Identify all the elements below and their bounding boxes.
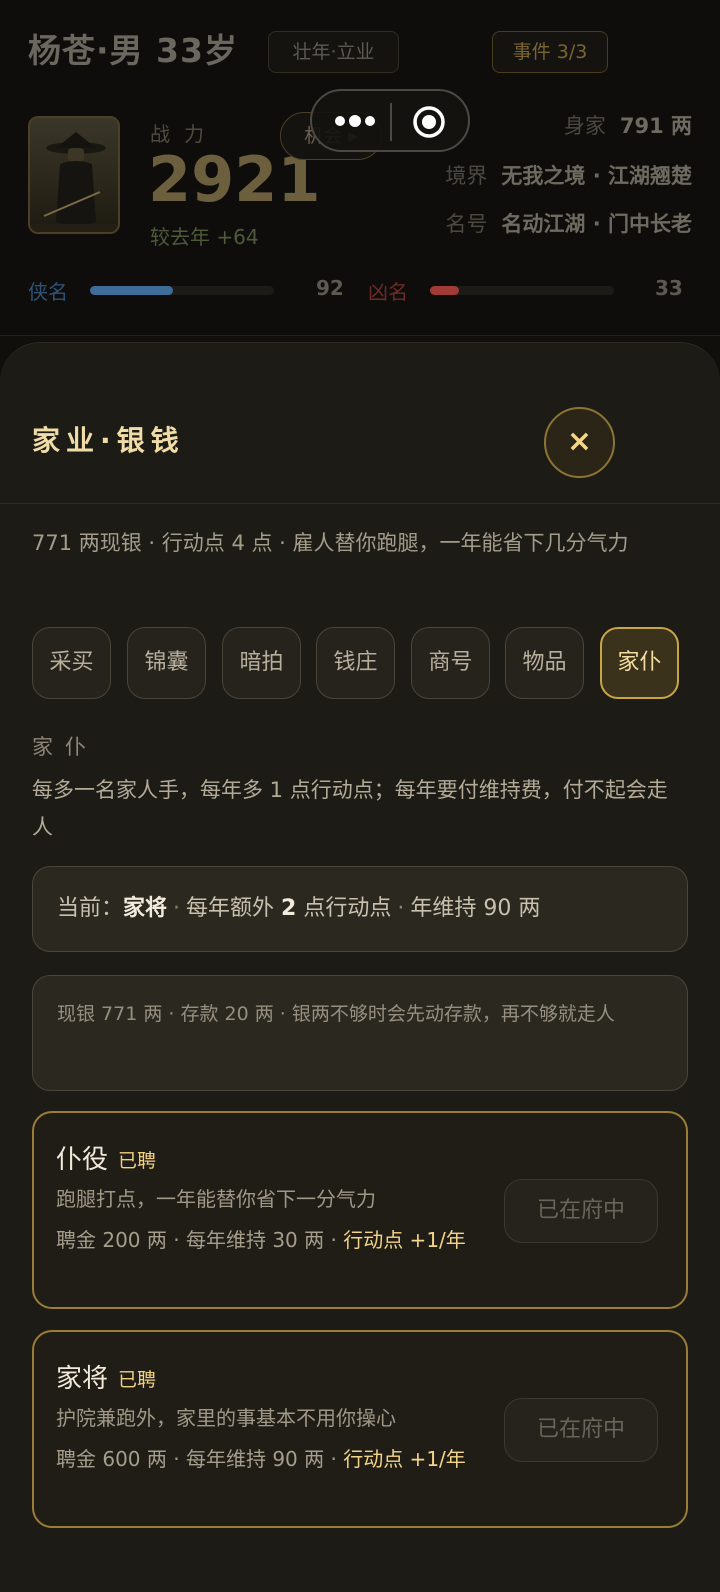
servant-bonus: 行动点 +1/年 [343,1228,466,1252]
finance-sheet: 家业·银钱 × 771 两现银 · 行动点 4 点 · 雇人替你跑腿，一年能省下… [0,342,720,1592]
character-name: 杨苍·男 33岁 [28,31,238,70]
sheet-title: 家业·银钱 [32,424,185,457]
tab-servants[interactable]: 家仆 [600,627,679,699]
capsule-divider [390,103,392,141]
infamy-bar [430,286,614,295]
servant-name: 家将 [56,1364,109,1394]
wealth-label: 身家 [563,114,606,138]
close-icon: × [566,424,593,459]
current-servant-name: 家将 [123,896,168,921]
avatar[interactable] [28,116,120,234]
already-hired-button[interactable]: 已在府中 [504,1398,658,1462]
fame-row: 名号 名动江湖 · 门中长老 [445,208,692,238]
event-counter-tag[interactable]: 事件 3/3 [492,31,608,73]
servant-description: 护院兼跑外，家里的事基本不用你操心 [56,1406,396,1430]
tab-bank[interactable]: 钱庄 [316,627,395,699]
miniprogram-capsule [310,89,470,152]
category-tabs: 采买 锦囊 暗拍 钱庄 商号 物品 家仆 [32,627,688,699]
current-servant-box: 当前：家将 · 每年额外 2 点行动点 · 年维持 90 两 [32,866,688,952]
current-upkeep: 年维持 90 两 [410,896,541,921]
current-prefix: 当前： [57,896,124,921]
infamy-bar-fill [430,286,460,295]
tab-auction[interactable]: 暗拍 [222,627,301,699]
realm-row: 境界 无我之境 · 江湖翘楚 [445,160,692,190]
servant-cost: 聘金 200 两 · 每年维持 30 两 · 行动点 +1/年 [56,1223,476,1258]
fame-value: 名动江湖 · 门中长老 [501,212,692,236]
hired-badge: 已聘 [118,1150,157,1172]
servant-cost-text: 聘金 200 两 · 每年维持 30 两 · [56,1228,344,1252]
already-hired-button[interactable]: 已在府中 [504,1179,658,1243]
realm-label: 境界 [445,164,488,188]
servant-bonus: 行动点 +1/年 [343,1447,466,1471]
current-bonus-number: 2 [281,896,297,921]
funds-note: 现银 771 两 · 存款 20 两 · 银两不够时会先动存款，再不够就走人 [32,975,688,1091]
chivalry-bar-fill [90,286,173,295]
fame-label: 名号 [445,212,488,236]
chivalry-bar [90,286,274,295]
wealth-value: 791 两 [619,114,692,138]
sheet-divider [0,503,720,504]
sheet-description: 771 两现银 · 行动点 4 点 · 雇人替你跑腿，一年能省下几分气力 [32,531,629,555]
life-stage-tag: 壮年·立业 [268,31,399,73]
current-bonus-pre: 每年额外 [186,896,282,921]
chivalry-value: 92 [316,276,344,300]
profile-header: 杨苍·男 33岁 壮年·立业 事件 3/3 战力 2921 较去年 +64 机会… [0,0,720,336]
power-delta: 较去年 +64 [150,225,259,249]
more-dots-icon[interactable] [330,105,380,137]
tab-purchase[interactable]: 采买 [32,627,111,699]
tab-shop[interactable]: 商号 [411,627,490,699]
current-bonus-post: 点行动点 [296,896,392,921]
chivalry-label: 侠名 [28,280,68,304]
wealth-row: 身家 791 两 [564,110,692,140]
realm-value: 无我之境 · 江湖翘楚 [501,164,692,188]
servant-cost-text: 聘金 600 两 · 每年维持 90 两 · [56,1447,344,1471]
tab-tips[interactable]: 锦囊 [127,627,206,699]
hired-badge: 已聘 [118,1369,157,1391]
target-icon[interactable] [412,105,446,139]
servant-card-guard: 家将 已聘 护院兼跑外，家里的事基本不用你操心 聘金 600 两 · 每年维持 … [32,1330,688,1528]
tab-items[interactable]: 物品 [505,627,584,699]
servant-cost: 聘金 600 两 · 每年维持 90 两 · 行动点 +1/年 [56,1442,476,1477]
section-description: 每多一名家人手，每年多 1 点行动点；每年要付维持费，付不起会走人 [32,778,668,839]
servant-card-menial: 仆役 已聘 跑腿打点，一年能替你省下一分气力 聘金 200 两 · 每年维持 3… [32,1111,688,1309]
servant-description: 跑腿打点，一年能替你省下一分气力 [56,1187,376,1211]
section-title: 家仆 [32,735,98,759]
swordsman-portrait [30,132,118,232]
infamy-value: 33 [655,276,683,300]
infamy-label: 凶名 [368,280,408,304]
close-button[interactable]: × [544,407,615,478]
servant-name: 仆役 [56,1145,109,1175]
